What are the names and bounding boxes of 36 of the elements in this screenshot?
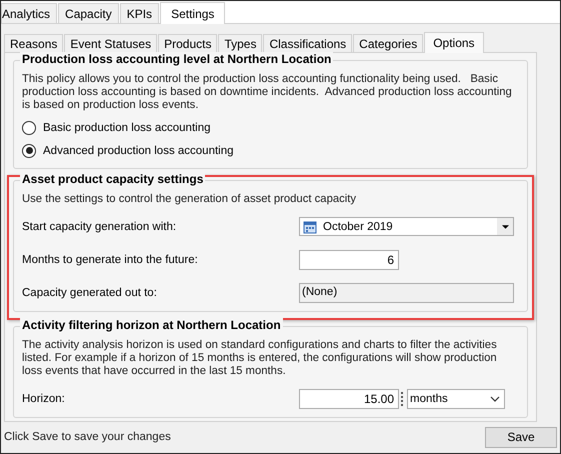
group-title: Activity filtering horizon at Northern Location [20, 318, 283, 332]
status-text: Click Save to save your changes [4, 431, 171, 443]
splitter-handle[interactable] [401, 392, 405, 406]
tab[interactable]: Types [218, 34, 262, 52]
tab[interactable]: Categories [353, 34, 424, 52]
number-field[interactable]: 15.00 [299, 388, 399, 408]
save-button[interactable]: Save [485, 426, 557, 448]
radio-button[interactable] [22, 144, 36, 158]
tab[interactable]: Event Statuses [64, 34, 158, 52]
tab[interactable]: Products [158, 34, 218, 52]
group-title: Asset product capacity settings [20, 172, 206, 186]
description-text: This policy allows you to control the production loss accounting functionality being used. Basic production loss accounting is based on downtime incidents. Advanced production loss accounting is based on production loss events. [22, 73, 513, 112]
field-label: Horizon: [22, 392, 66, 404]
tab[interactable]: Settings [160, 2, 226, 24]
tab[interactable]: Options [424, 32, 484, 53]
tab[interactable]: KPIs [120, 3, 160, 23]
dropdown-arrow-icon [502, 224, 508, 228]
field-label: Capacity generated out to: [22, 286, 158, 298]
radio-button[interactable] [22, 120, 36, 134]
radio-label[interactable]: Advanced production loss accounting [43, 144, 234, 156]
description-text: The activity analysis horizon is used on standard configurations and charts to filter the activities listed. For example if a horizon of 15 months is entered, the configurations will show production loss events that have occurred in the last 15 months. [22, 339, 498, 378]
chevron-down-icon [490, 396, 500, 402]
field-label: Start capacity generation with: [22, 220, 178, 232]
calendar-icon [303, 220, 317, 234]
readonly-field: (None) [299, 282, 514, 302]
tab[interactable]: Capacity [58, 3, 119, 23]
radio-label[interactable]: Basic production loss accounting [43, 122, 210, 134]
date-dropdown[interactable]: October 2019 [299, 217, 514, 236]
tab[interactable]: Analytics [1, 3, 58, 23]
description-text: Use the settings to control the generation of asset product capacity [22, 193, 358, 206]
unit-dropdown[interactable]: months [407, 388, 505, 408]
number-field[interactable]: 6 [299, 250, 399, 270]
tab[interactable]: Reasons [4, 34, 64, 52]
field-label: Months to generate into the future: [22, 254, 199, 266]
tab[interactable]: Classifications [263, 34, 352, 52]
group-title: Production loss accounting level at Northern Location [20, 52, 334, 66]
